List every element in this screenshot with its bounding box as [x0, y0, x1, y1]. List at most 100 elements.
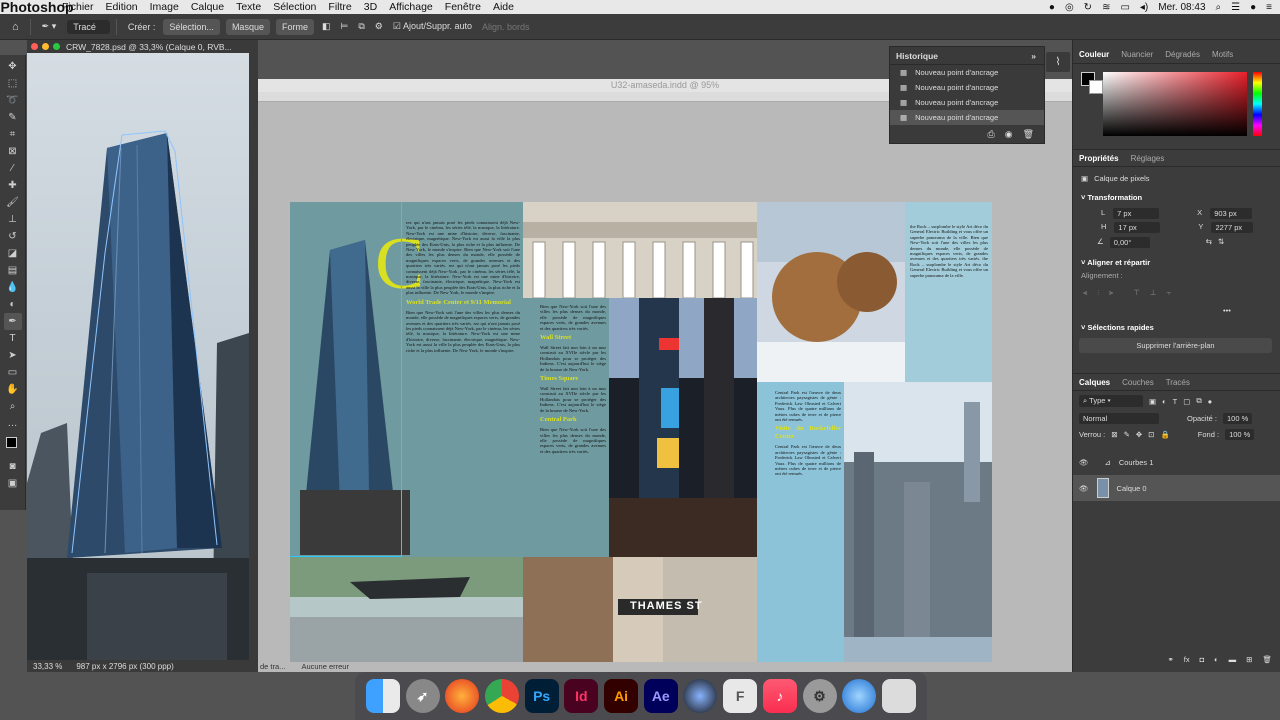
indesign-spread[interactable]: C rez qui n'ont jamais posé les pieds co… — [290, 202, 992, 662]
collapse-icon[interactable]: » — [1031, 51, 1044, 61]
illustrator-icon[interactable]: Ai — [604, 679, 639, 713]
trash-icon[interactable]: 🗑 — [1023, 129, 1034, 140]
height-field[interactable]: 17 px — [1114, 222, 1161, 233]
filter-smart-icon[interactable]: ⧉ — [1196, 396, 1201, 406]
document-tab[interactable]: CRW_7828.psd @ 33,3% (Calque 0, RVB... — [27, 40, 258, 53]
wifi-icon[interactable]: ≋ — [1102, 2, 1110, 13]
chrome-icon[interactable] — [484, 679, 519, 713]
gear-icon[interactable]: ⚙ — [370, 21, 388, 32]
launchpad-icon[interactable]: ➶ — [405, 679, 440, 713]
mask-button[interactable]: Masque — [225, 18, 270, 35]
filter-toggle-icon[interactable]: ● — [1208, 397, 1213, 406]
quick-select-tool-icon[interactable]: ✎ — [4, 109, 22, 126]
mode-select[interactable]: Tracé — [67, 19, 110, 34]
menu-calque[interactable]: Calque — [185, 1, 230, 13]
eye-icon[interactable]: 👁 — [1079, 458, 1089, 467]
path-arrangement-icon[interactable]: ⧉ — [353, 21, 369, 32]
more-options-icon[interactable]: ••• — [1073, 298, 1280, 315]
pen-tool-icon[interactable]: ✒ — [3, 313, 22, 330]
music-icon[interactable]: ♪ — [762, 679, 797, 713]
tab-traces[interactable]: Tracés — [1166, 378, 1190, 387]
filter-pixel-icon[interactable]: ▣ — [1149, 397, 1156, 406]
lock-pixels-icon[interactable]: ⊠ — [1111, 430, 1117, 439]
group-icon[interactable]: ▬ — [1229, 655, 1237, 664]
system-preferences-icon[interactable]: ⚙ — [802, 679, 837, 713]
quick-mask-icon[interactable]: ◙ — [4, 458, 22, 475]
after-effects-icon[interactable]: Ae — [643, 679, 678, 713]
tab-proprietes[interactable]: Propriétés — [1079, 154, 1119, 163]
new-layer-icon[interactable]: ⊞ — [1246, 655, 1252, 664]
tab-couleur[interactable]: Couleur — [1079, 50, 1109, 59]
snapshot-icon[interactable]: ◉ — [1005, 129, 1013, 140]
brush-tool-icon[interactable]: 🖌 — [4, 194, 22, 211]
blend-mode-select[interactable]: Normal — [1079, 413, 1159, 424]
hand-tool-icon[interactable]: ✋ — [4, 381, 22, 398]
width-field[interactable]: 7 px — [1113, 208, 1160, 219]
indesign-icon[interactable]: Id — [564, 679, 599, 713]
more-tools-icon[interactable]: … — [4, 415, 22, 432]
layer-row-selected[interactable]: 👁 Calque 0 — [1073, 475, 1280, 501]
zoom-tool-icon[interactable]: ⌕ — [4, 398, 22, 415]
blur-tool-icon[interactable]: 💧 — [4, 279, 22, 296]
photoshop-icon[interactable]: Ps — [524, 679, 559, 713]
minimize-icon[interactable] — [42, 43, 49, 50]
fx-icon[interactable]: fx — [1184, 655, 1190, 664]
menu-fichier[interactable]: Fichier — [56, 1, 100, 13]
network-icon[interactable] — [842, 679, 877, 713]
tab-degrades[interactable]: Dégradés — [1165, 50, 1200, 59]
text-column-2[interactable]: Bien que New-York soit l'une des villes … — [540, 304, 606, 554]
text-column-5[interactable]: the Rock – surplombe le style Art déco d… — [910, 224, 988, 379]
history-item-selected[interactable]: ▦ Nouveau point d'ancrage — [890, 110, 1044, 125]
menu-aide[interactable]: Aide — [487, 1, 520, 13]
text-column-1[interactable]: rez qui n'ont jamais posé les pieds conn… — [406, 220, 520, 550]
selected-frame[interactable] — [290, 202, 402, 557]
control-center-icon[interactable]: ☰ — [1231, 2, 1240, 13]
paths-panel-icon[interactable]: ⌇ — [1046, 52, 1070, 72]
eye-icon[interactable]: 👁 — [1079, 484, 1089, 493]
opacity-field[interactable]: 100 % — [1223, 413, 1253, 424]
eraser-tool-icon[interactable]: ◪ — [4, 245, 22, 262]
tab-couches[interactable]: Couches — [1122, 378, 1154, 387]
volume-icon[interactable]: ◂) — [1140, 2, 1148, 13]
zoom-level[interactable]: 33,33 % — [33, 662, 62, 671]
filter-adjust-icon[interactable]: ◐ — [1162, 397, 1167, 406]
menu-image[interactable]: Image — [144, 1, 185, 13]
adjustment-icon[interactable]: ◐ — [1214, 655, 1219, 664]
zoom-icon[interactable] — [53, 43, 60, 50]
auto-add-checkbox[interactable]: ☑ Ajout/Suppr. auto — [388, 21, 477, 32]
selection-button[interactable]: Sélection... — [163, 18, 220, 35]
crop-tool-icon[interactable]: ⌗ — [4, 126, 22, 143]
remove-background-button[interactable]: Supprimer l'arrière-plan — [1079, 338, 1272, 353]
new-document-icon[interactable]: ⎙ — [988, 129, 995, 140]
link-icon[interactable]: ⚭ — [1167, 655, 1173, 664]
rectangle-tool-icon[interactable]: ▭ — [4, 364, 22, 381]
filter-type-icon[interactable]: T — [1173, 397, 1178, 406]
mask-icon[interactable]: ◘ — [1200, 655, 1205, 664]
text-column-4[interactable]: Central Park est l'œuvre de deux archite… — [775, 390, 841, 660]
color-picker[interactable] — [1073, 64, 1280, 149]
lock-brush-icon[interactable]: ✎ — [1124, 430, 1130, 439]
y-field[interactable]: 2277 px — [1211, 222, 1254, 233]
tab-nuancier[interactable]: Nuancier — [1121, 50, 1153, 59]
preview-icon[interactable]: F — [723, 679, 758, 713]
marquee-tool-icon[interactable]: ⬚ — [4, 75, 22, 92]
home-icon[interactable]: ⌂ — [0, 21, 24, 33]
menu-filtre[interactable]: Filtre — [322, 1, 357, 13]
path-alignment-icon[interactable]: ⊨ — [336, 21, 354, 32]
lasso-tool-icon[interactable]: ➰ — [4, 92, 22, 109]
menubar-clock[interactable]: Mer. 08:43 — [1158, 2, 1205, 13]
layer-filter-select[interactable]: ⌕ Type ▾ — [1079, 395, 1143, 407]
tab-reglages[interactable]: Réglages — [1131, 154, 1165, 163]
layer-row[interactable]: 👁 ⊿ Courbes 1 — [1073, 449, 1280, 475]
vertical-scrollbar[interactable] — [249, 53, 258, 660]
menu-list-icon[interactable]: ≡ — [1266, 2, 1272, 13]
trash-icon[interactable] — [881, 679, 916, 713]
filter-shape-icon[interactable]: ▢ — [1183, 397, 1190, 406]
history-item[interactable]: ▦ Nouveau point d'ancrage — [890, 95, 1044, 110]
close-icon[interactable] — [31, 43, 38, 50]
indesign-preflight-status[interactable]: Aucune erreur — [301, 662, 349, 672]
firefox-icon[interactable] — [445, 679, 480, 713]
angle-field[interactable]: 0,00° — [1109, 237, 1150, 248]
cinema4d-icon[interactable] — [683, 679, 718, 713]
lock-all-icon[interactable]: 🔒 — [1160, 430, 1169, 439]
